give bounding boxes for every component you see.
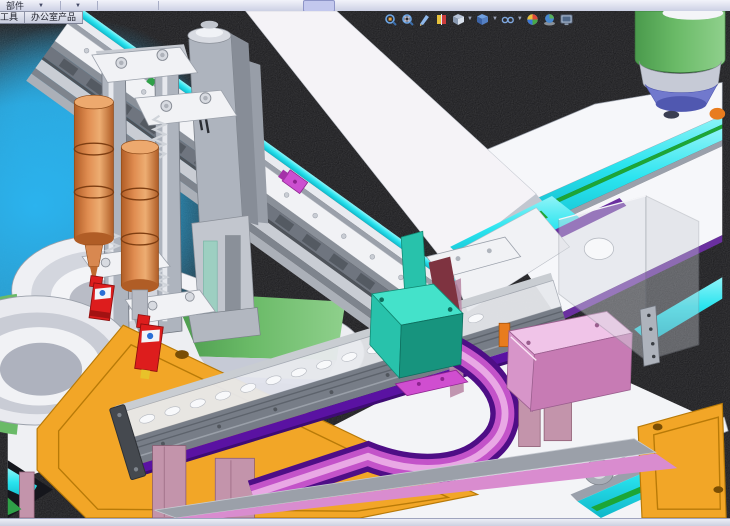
status-bar	[0, 518, 730, 526]
display-style-icon[interactable]	[476, 12, 490, 26]
headsup-view-toolbar: ▼ ▼ ▼	[383, 11, 574, 27]
chevron-down-icon[interactable]: ▼	[517, 16, 523, 22]
chevron-down-icon[interactable]: ▼	[75, 3, 81, 9]
hide-show-items-icon[interactable]	[501, 12, 515, 26]
commandmanager-tabs: 工具 办公室产品	[0, 11, 83, 24]
view-settings-icon[interactable]	[560, 12, 574, 26]
previous-view-icon[interactable]	[417, 12, 431, 26]
chevron-down-icon[interactable]: ▼	[492, 16, 498, 22]
orange-clip	[710, 108, 726, 120]
cad-application-window: 部件 ▼ ▼ 工具 办公室产品	[0, 0, 730, 526]
zoom-to-area-icon[interactable]	[400, 12, 414, 26]
zoom-to-fit-icon[interactable]	[383, 12, 397, 26]
graphics-viewport[interactable]: ▼ ▼ ▼	[0, 11, 730, 518]
view-orientation-icon[interactable]	[451, 12, 465, 26]
toolbar-separator	[158, 1, 159, 10]
command-label[interactable]: 部件	[6, 1, 24, 11]
edit-appearance-icon[interactable]	[526, 12, 540, 26]
section-view-icon[interactable]	[434, 12, 448, 26]
assembly-3d-scene[interactable]	[0, 11, 730, 518]
chevron-down-icon[interactable]: ▼	[467, 16, 473, 22]
toolbar-separator	[97, 1, 98, 10]
tab-office-products[interactable]: 办公室产品	[24, 11, 83, 24]
apply-scene-icon[interactable]	[543, 12, 557, 26]
tab-tools[interactable]: 工具	[0, 11, 25, 24]
chevron-down-icon[interactable]: ▼	[38, 3, 44, 9]
fan-hole	[584, 238, 613, 260]
toolbar-separator	[60, 1, 61, 10]
